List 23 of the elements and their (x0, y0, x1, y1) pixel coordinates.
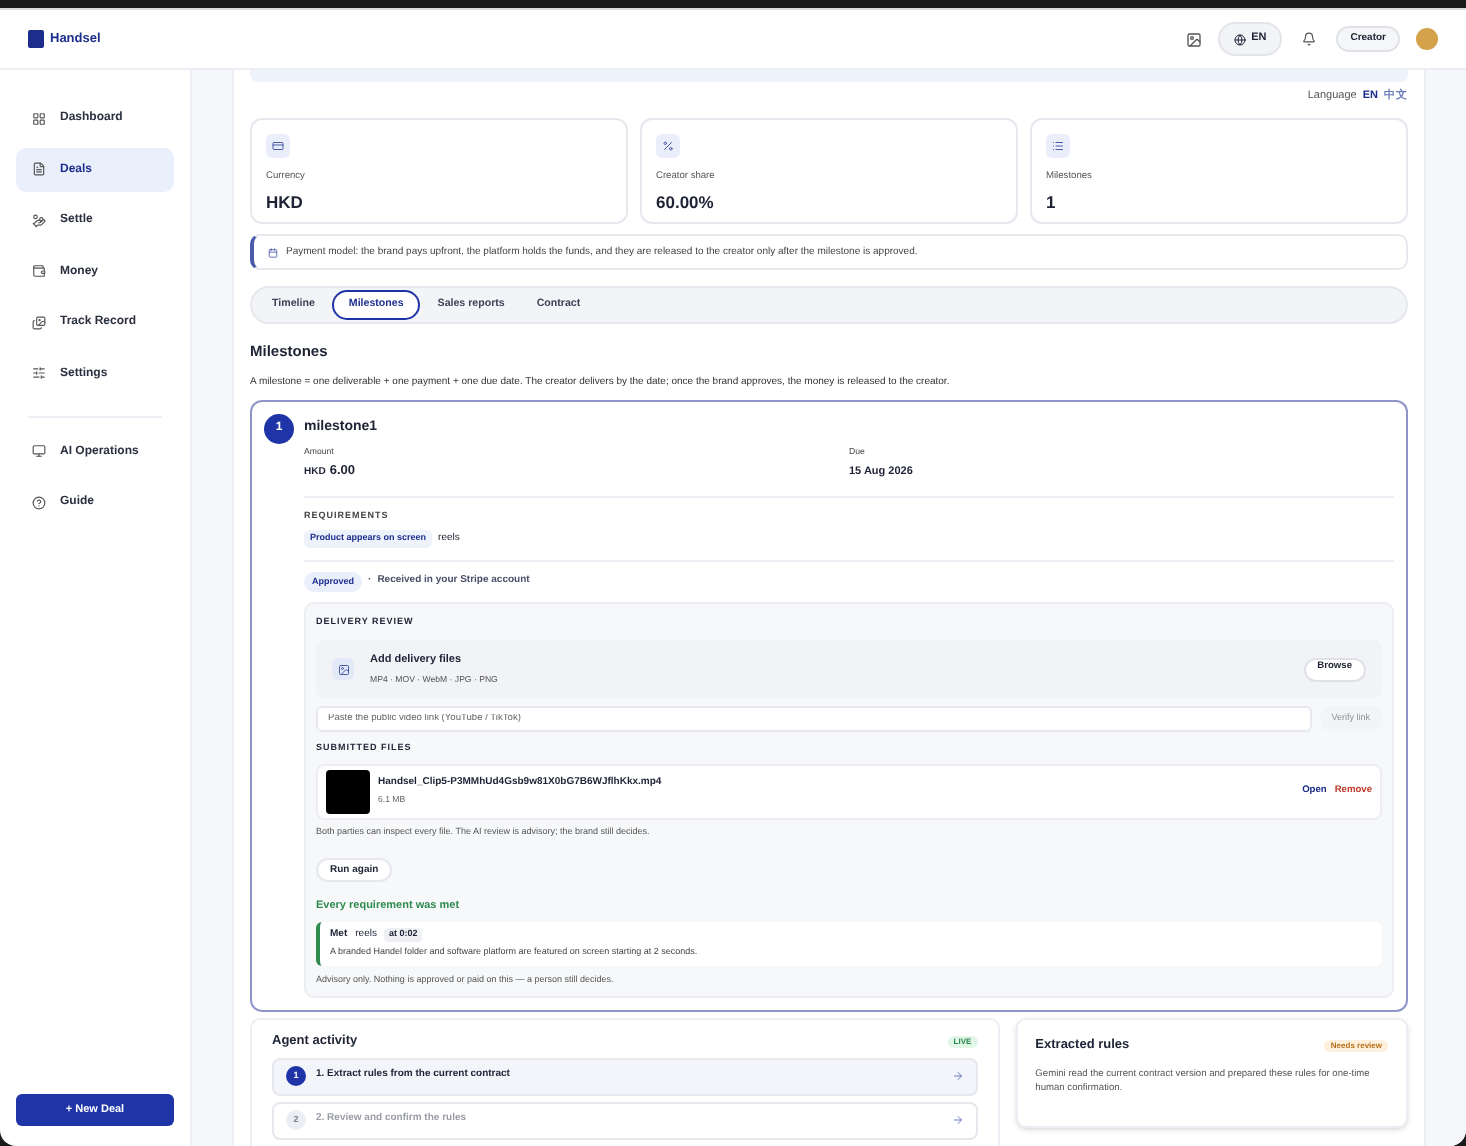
list-icon (1052, 140, 1064, 153)
arrow-icon (951, 1070, 964, 1083)
image-icon (337, 663, 349, 676)
card-icon (272, 140, 284, 153)
bell-icon[interactable] (1302, 32, 1317, 46)
document-icon (32, 162, 46, 177)
stat-value: HKD (266, 190, 305, 217)
video-thumbnail (326, 769, 370, 814)
wallet-icon (32, 264, 46, 279)
help-icon (32, 495, 46, 510)
stat-value: 60.00% (656, 190, 716, 217)
monitor-icon (32, 444, 46, 459)
percent-icon (662, 140, 674, 153)
sliders-icon (32, 366, 46, 381)
calendar-icon (268, 247, 278, 258)
image-icon[interactable] (1185, 31, 1202, 47)
hand-coins-icon (32, 213, 46, 228)
logo-icon (28, 30, 44, 48)
stat-value: 1 (1046, 190, 1058, 217)
images-icon (32, 315, 46, 330)
arrow-icon (951, 1114, 964, 1127)
globe-icon (1233, 33, 1246, 45)
grid-icon (32, 111, 46, 125)
